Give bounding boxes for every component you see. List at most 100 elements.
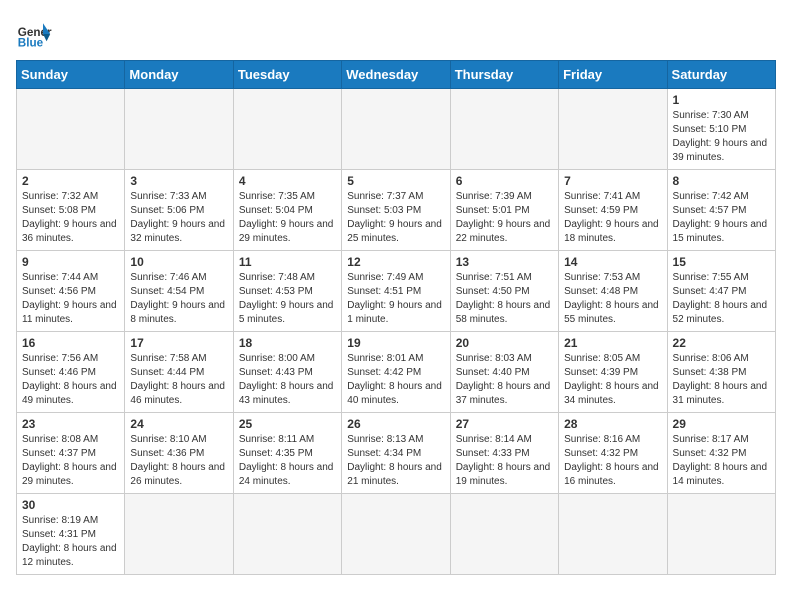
calendar-day-header: Wednesday [342,61,450,89]
day-number: 20 [456,336,553,350]
calendar-day-cell [450,494,558,575]
calendar-day-cell [559,89,667,170]
day-number: 9 [22,255,119,269]
day-number: 8 [673,174,770,188]
calendar-day-cell [450,89,558,170]
calendar-day-header: Saturday [667,61,775,89]
day-info: Sunrise: 7:41 AM Sunset: 4:59 PM Dayligh… [564,190,661,246]
calendar-week-row: 30 Sunrise: 8:19 AM Sunset: 4:31 PM Dayli… [17,494,776,575]
day-info: Sunrise: 7:53 AM Sunset: 4:48 PM Dayligh… [564,271,661,327]
day-info: Sunrise: 8:19 AM Sunset: 4:31 PM Dayligh… [22,514,119,570]
day-info: Sunrise: 8:05 AM Sunset: 4:39 PM Dayligh… [564,352,661,408]
day-info: Sunrise: 8:13 AM Sunset: 4:34 PM Dayligh… [347,433,444,489]
day-info: Sunrise: 7:56 AM Sunset: 4:46 PM Dayligh… [22,352,119,408]
day-number: 21 [564,336,661,350]
svg-text:Blue: Blue [18,37,44,50]
calendar-day-cell: 3Sunrise: 7:33 AM Sunset: 5:06 PM Daylig… [125,170,233,251]
calendar-day-cell: 5Sunrise: 7:37 AM Sunset: 5:03 PM Daylig… [342,170,450,251]
calendar-day-cell: 8 Sunrise: 7:42 AM Sunset: 4:57 PM Daylig… [667,170,775,251]
calendar-day-cell: 4 Sunrise: 7:35 AM Sunset: 5:04 PM Daylig… [233,170,341,251]
day-info: Sunrise: 7:46 AM Sunset: 4:54 PM Dayligh… [130,271,227,327]
calendar-day-cell: 23Sunrise: 8:08 AM Sunset: 4:37 PM Dayli… [17,413,125,494]
calendar-day-cell [667,494,775,575]
calendar-day-cell: 25Sunrise: 8:11 AM Sunset: 4:35 PM Dayli… [233,413,341,494]
day-number: 23 [22,417,119,431]
day-info: Sunrise: 8:01 AM Sunset: 4:42 PM Dayligh… [347,352,444,408]
calendar-day-cell [342,89,450,170]
day-number: 17 [130,336,227,350]
day-info: Sunrise: 8:10 AM Sunset: 4:36 PM Dayligh… [130,433,227,489]
calendar-day-cell: 15 Sunrise: 7:55 AM Sunset: 4:47 PM Dayli… [667,251,775,332]
day-info: Sunrise: 7:35 AM Sunset: 5:04 PM Dayligh… [239,190,336,246]
day-info: Sunrise: 8:17 AM Sunset: 4:32 PM Dayligh… [673,433,770,489]
calendar-day-cell [233,494,341,575]
day-info: Sunrise: 7:39 AM Sunset: 5:01 PM Dayligh… [456,190,553,246]
day-number: 30 [22,498,119,512]
calendar-day-cell: 16Sunrise: 7:56 AM Sunset: 4:46 PM Dayli… [17,332,125,413]
calendar-day-cell: 19 Sunrise: 8:01 AM Sunset: 4:42 PM Dayli… [342,332,450,413]
day-info: Sunrise: 8:14 AM Sunset: 4:33 PM Dayligh… [456,433,553,489]
day-info: Sunrise: 7:58 AM Sunset: 4:44 PM Dayligh… [130,352,227,408]
calendar-day-cell: 29 Sunrise: 8:17 AM Sunset: 4:32 PM Dayli… [667,413,775,494]
calendar-day-header: Monday [125,61,233,89]
day-number: 22 [673,336,770,350]
calendar-day-cell [125,494,233,575]
day-info: Sunrise: 7:44 AM Sunset: 4:56 PM Dayligh… [22,271,119,327]
calendar-day-cell: 13Sunrise: 7:51 AM Sunset: 4:50 PM Dayli… [450,251,558,332]
day-info: Sunrise: 8:06 AM Sunset: 4:38 PM Dayligh… [673,352,770,408]
calendar-day-cell: 1 Sunrise: 7:30 AM Sunset: 5:10 PM Daylig… [667,89,775,170]
calendar-day-cell: 11Sunrise: 7:48 AM Sunset: 4:53 PM Dayli… [233,251,341,332]
day-info: Sunrise: 8:03 AM Sunset: 4:40 PM Dayligh… [456,352,553,408]
calendar-day-cell: 7 Sunrise: 7:41 AM Sunset: 4:59 PM Daylig… [559,170,667,251]
day-info: Sunrise: 8:00 AM Sunset: 4:43 PM Dayligh… [239,352,336,408]
calendar-day-cell: 2Sunrise: 7:32 AM Sunset: 5:08 PM Daylig… [17,170,125,251]
day-number: 7 [564,174,661,188]
day-number: 15 [673,255,770,269]
calendar-day-cell [17,89,125,170]
calendar-day-cell [559,494,667,575]
calendar-day-cell: 17 Sunrise: 7:58 AM Sunset: 4:44 PM Dayli… [125,332,233,413]
calendar-day-cell: 24 Sunrise: 8:10 AM Sunset: 4:36 PM Dayli… [125,413,233,494]
day-info: Sunrise: 7:42 AM Sunset: 4:57 PM Dayligh… [673,190,770,246]
day-info: Sunrise: 7:30 AM Sunset: 5:10 PM Dayligh… [673,109,770,165]
day-number: 27 [456,417,553,431]
calendar-week-row: 2Sunrise: 7:32 AM Sunset: 5:08 PM Daylig… [17,170,776,251]
day-number: 18 [239,336,336,350]
day-number: 24 [130,417,227,431]
day-info: Sunrise: 8:16 AM Sunset: 4:32 PM Dayligh… [564,433,661,489]
day-number: 3 [130,174,227,188]
calendar-day-cell: 12Sunrise: 7:49 AM Sunset: 4:51 PM Dayli… [342,251,450,332]
day-number: 19 [347,336,444,350]
calendar-week-row: 9 Sunrise: 7:44 AM Sunset: 4:56 PM Daylig… [17,251,776,332]
calendar-day-header: Thursday [450,61,558,89]
day-number: 25 [239,417,336,431]
calendar-day-cell: 6Sunrise: 7:39 AM Sunset: 5:01 PM Daylig… [450,170,558,251]
day-info: Sunrise: 7:49 AM Sunset: 4:51 PM Dayligh… [347,271,444,327]
day-number: 11 [239,255,336,269]
day-number: 14 [564,255,661,269]
calendar-day-cell: 30 Sunrise: 8:19 AM Sunset: 4:31 PM Dayli… [17,494,125,575]
day-info: Sunrise: 7:32 AM Sunset: 5:08 PM Dayligh… [22,190,119,246]
page-header: General Blue [16,16,776,52]
logo-icon: General Blue [16,16,52,52]
calendar-day-cell: 26 Sunrise: 8:13 AM Sunset: 4:34 PM Dayli… [342,413,450,494]
day-info: Sunrise: 7:55 AM Sunset: 4:47 PM Dayligh… [673,271,770,327]
calendar-day-cell: 27 Sunrise: 8:14 AM Sunset: 4:33 PM Dayli… [450,413,558,494]
day-number: 26 [347,417,444,431]
day-number: 1 [673,93,770,107]
calendar-week-row: 16Sunrise: 7:56 AM Sunset: 4:46 PM Dayli… [17,332,776,413]
day-info: Sunrise: 7:37 AM Sunset: 5:03 PM Dayligh… [347,190,444,246]
calendar-day-header: Sunday [17,61,125,89]
day-number: 4 [239,174,336,188]
calendar-day-cell: 28 Sunrise: 8:16 AM Sunset: 4:32 PM Dayli… [559,413,667,494]
calendar-day-cell: 14 Sunrise: 7:53 AM Sunset: 4:48 PM Dayli… [559,251,667,332]
day-number: 28 [564,417,661,431]
day-number: 13 [456,255,553,269]
calendar-day-cell: 22 Sunrise: 8:06 AM Sunset: 4:38 PM Dayli… [667,332,775,413]
calendar-day-header: Tuesday [233,61,341,89]
day-number: 29 [673,417,770,431]
logo: General Blue [16,16,52,52]
calendar-day-cell: 10Sunrise: 7:46 AM Sunset: 4:54 PM Dayli… [125,251,233,332]
calendar-day-header: Friday [559,61,667,89]
calendar-day-cell: 21 Sunrise: 8:05 AM Sunset: 4:39 PM Dayli… [559,332,667,413]
